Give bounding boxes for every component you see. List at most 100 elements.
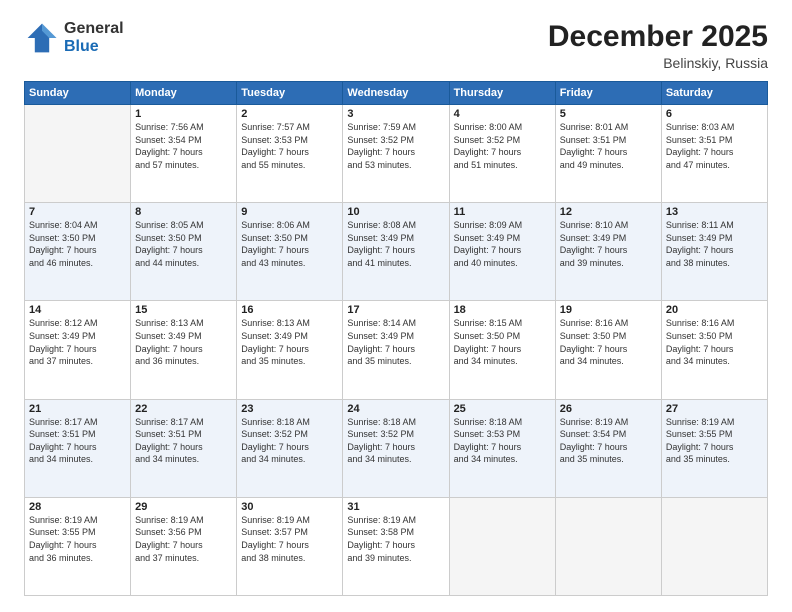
table-cell: 20Sunrise: 8:16 AMSunset: 3:50 PMDayligh…: [661, 301, 767, 399]
daylight-text: Daylight: 7 hours: [454, 147, 522, 157]
cell-info: Sunrise: 8:14 AMSunset: 3:49 PMDaylight:…: [347, 317, 444, 367]
sunrise-text: Sunrise: 7:56 AM: [135, 122, 204, 132]
table-cell: [449, 497, 555, 595]
daylight-text: Daylight: 7 hours: [454, 245, 522, 255]
sunset-text: Sunset: 3:50 PM: [454, 331, 521, 341]
header: General Blue December 2025 Belinskiy, Ru…: [24, 20, 768, 71]
cell-content: 22Sunrise: 8:17 AMSunset: 3:51 PMDayligh…: [135, 403, 232, 466]
sunset-text: Sunset: 3:53 PM: [241, 135, 308, 145]
day-number: 23: [241, 403, 338, 415]
cell-content: 24Sunrise: 8:18 AMSunset: 3:52 PMDayligh…: [347, 403, 444, 466]
cell-info: Sunrise: 8:01 AMSunset: 3:51 PMDaylight:…: [560, 121, 657, 171]
day-number: 6: [666, 108, 763, 120]
sunset-text: Sunset: 3:55 PM: [666, 429, 733, 439]
daylight-text: and 35 minutes.: [347, 356, 411, 366]
daylight-text: Daylight: 7 hours: [454, 442, 522, 452]
sunset-text: Sunset: 3:50 PM: [241, 233, 308, 243]
daylight-text: and 55 minutes.: [241, 160, 305, 170]
daylight-text: and 47 minutes.: [666, 160, 730, 170]
daylight-text: and 34 minutes.: [454, 454, 518, 464]
cell-content: 17Sunrise: 8:14 AMSunset: 3:49 PMDayligh…: [347, 304, 444, 367]
header-wednesday: Wednesday: [343, 82, 449, 105]
sunrise-text: Sunrise: 8:14 AM: [347, 318, 416, 328]
daylight-text: Daylight: 7 hours: [666, 344, 734, 354]
day-number: 21: [29, 403, 126, 415]
cell-info: Sunrise: 8:17 AMSunset: 3:51 PMDaylight:…: [135, 416, 232, 466]
cell-content: 2Sunrise: 7:57 AMSunset: 3:53 PMDaylight…: [241, 108, 338, 171]
day-number: 16: [241, 304, 338, 316]
day-number: 9: [241, 206, 338, 218]
daylight-text: Daylight: 7 hours: [560, 147, 628, 157]
day-number: 19: [560, 304, 657, 316]
logo-general-text: General: [64, 20, 124, 38]
day-number: 17: [347, 304, 444, 316]
daylight-text: and 34 minutes.: [560, 356, 624, 366]
cell-content: 10Sunrise: 8:08 AMSunset: 3:49 PMDayligh…: [347, 206, 444, 269]
table-cell: 27Sunrise: 8:19 AMSunset: 3:55 PMDayligh…: [661, 399, 767, 497]
sunrise-text: Sunrise: 8:00 AM: [454, 122, 523, 132]
table-cell: 12Sunrise: 8:10 AMSunset: 3:49 PMDayligh…: [555, 203, 661, 301]
day-number: 4: [454, 108, 551, 120]
sunset-text: Sunset: 3:49 PM: [666, 233, 733, 243]
sunset-text: Sunset: 3:53 PM: [454, 429, 521, 439]
cell-content: 14Sunrise: 8:12 AMSunset: 3:49 PMDayligh…: [29, 304, 126, 367]
calendar-week-1: 1Sunrise: 7:56 AMSunset: 3:54 PMDaylight…: [25, 105, 768, 203]
cell-content: 19Sunrise: 8:16 AMSunset: 3:50 PMDayligh…: [560, 304, 657, 367]
table-cell: 16Sunrise: 8:13 AMSunset: 3:49 PMDayligh…: [237, 301, 343, 399]
day-number: 27: [666, 403, 763, 415]
cell-content: 9Sunrise: 8:06 AMSunset: 3:50 PMDaylight…: [241, 206, 338, 269]
table-cell: 18Sunrise: 8:15 AMSunset: 3:50 PMDayligh…: [449, 301, 555, 399]
location: Belinskiy, Russia: [548, 55, 768, 71]
cell-content: 29Sunrise: 8:19 AMSunset: 3:56 PMDayligh…: [135, 501, 232, 564]
daylight-text: and 38 minutes.: [241, 553, 305, 563]
sunset-text: Sunset: 3:54 PM: [560, 429, 627, 439]
table-cell: 9Sunrise: 8:06 AMSunset: 3:50 PMDaylight…: [237, 203, 343, 301]
cell-info: Sunrise: 8:16 AMSunset: 3:50 PMDaylight:…: [666, 317, 763, 367]
sunrise-text: Sunrise: 8:18 AM: [347, 417, 416, 427]
table-cell: 21Sunrise: 8:17 AMSunset: 3:51 PMDayligh…: [25, 399, 131, 497]
cell-content: 28Sunrise: 8:19 AMSunset: 3:55 PMDayligh…: [29, 501, 126, 564]
sunset-text: Sunset: 3:50 PM: [29, 233, 96, 243]
day-number: 26: [560, 403, 657, 415]
cell-info: Sunrise: 8:17 AMSunset: 3:51 PMDaylight:…: [29, 416, 126, 466]
cell-content: 21Sunrise: 8:17 AMSunset: 3:51 PMDayligh…: [29, 403, 126, 466]
calendar-week-5: 28Sunrise: 8:19 AMSunset: 3:55 PMDayligh…: [25, 497, 768, 595]
table-cell: 25Sunrise: 8:18 AMSunset: 3:53 PMDayligh…: [449, 399, 555, 497]
sunrise-text: Sunrise: 7:57 AM: [241, 122, 310, 132]
cell-info: Sunrise: 8:00 AMSunset: 3:52 PMDaylight:…: [454, 121, 551, 171]
daylight-text: Daylight: 7 hours: [135, 540, 203, 550]
daylight-text: and 34 minutes.: [135, 454, 199, 464]
table-cell: 11Sunrise: 8:09 AMSunset: 3:49 PMDayligh…: [449, 203, 555, 301]
daylight-text: Daylight: 7 hours: [29, 540, 97, 550]
cell-info: Sunrise: 8:19 AMSunset: 3:55 PMDaylight:…: [666, 416, 763, 466]
sunrise-text: Sunrise: 8:19 AM: [560, 417, 629, 427]
cell-content: 5Sunrise: 8:01 AMSunset: 3:51 PMDaylight…: [560, 108, 657, 171]
daylight-text: and 39 minutes.: [560, 258, 624, 268]
sunrise-text: Sunrise: 8:08 AM: [347, 220, 416, 230]
day-number: 24: [347, 403, 444, 415]
cell-info: Sunrise: 8:19 AMSunset: 3:55 PMDaylight:…: [29, 514, 126, 564]
cell-content: 16Sunrise: 8:13 AMSunset: 3:49 PMDayligh…: [241, 304, 338, 367]
sunset-text: Sunset: 3:50 PM: [560, 331, 627, 341]
day-number: 25: [454, 403, 551, 415]
sunset-text: Sunset: 3:56 PM: [135, 527, 202, 537]
daylight-text: and 40 minutes.: [454, 258, 518, 268]
table-cell: 15Sunrise: 8:13 AMSunset: 3:49 PMDayligh…: [131, 301, 237, 399]
sunset-text: Sunset: 3:55 PM: [29, 527, 96, 537]
sunrise-text: Sunrise: 8:11 AM: [666, 220, 734, 230]
day-number: 31: [347, 501, 444, 513]
day-number: 11: [454, 206, 551, 218]
sunrise-text: Sunrise: 8:16 AM: [560, 318, 629, 328]
cell-info: Sunrise: 7:59 AMSunset: 3:52 PMDaylight:…: [347, 121, 444, 171]
cell-content: 30Sunrise: 8:19 AMSunset: 3:57 PMDayligh…: [241, 501, 338, 564]
calendar-week-3: 14Sunrise: 8:12 AMSunset: 3:49 PMDayligh…: [25, 301, 768, 399]
daylight-text: and 57 minutes.: [135, 160, 199, 170]
table-cell: 28Sunrise: 8:19 AMSunset: 3:55 PMDayligh…: [25, 497, 131, 595]
daylight-text: and 46 minutes.: [29, 258, 93, 268]
cell-info: Sunrise: 8:09 AMSunset: 3:49 PMDaylight:…: [454, 219, 551, 269]
table-cell: 8Sunrise: 8:05 AMSunset: 3:50 PMDaylight…: [131, 203, 237, 301]
cell-info: Sunrise: 8:04 AMSunset: 3:50 PMDaylight:…: [29, 219, 126, 269]
day-number: 18: [454, 304, 551, 316]
logo: General Blue: [24, 20, 124, 56]
sunset-text: Sunset: 3:51 PM: [135, 429, 202, 439]
